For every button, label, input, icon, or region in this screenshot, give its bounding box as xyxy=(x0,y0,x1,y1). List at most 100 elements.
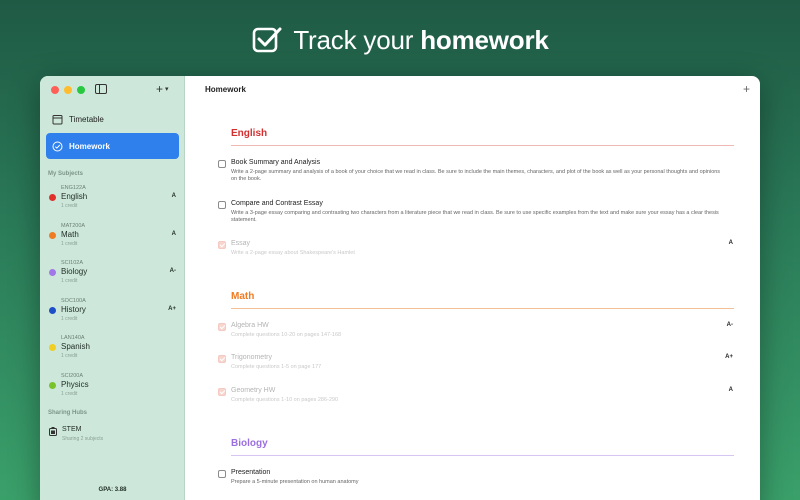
subject-credit: 1 credit xyxy=(61,203,78,209)
sidebar: + ▾ Timetable Homework My Subjects ENG12… xyxy=(40,76,185,500)
subject-grade: A+ xyxy=(168,305,176,312)
subject-color-dot xyxy=(49,306,56,314)
hubs-heading: Sharing Hubs xyxy=(48,410,88,416)
sidebar-item-homework[interactable]: Homework xyxy=(46,133,179,159)
subject-color-dot xyxy=(49,344,56,351)
subject-credit: 1 credit xyxy=(61,390,78,397)
complete-checkbox[interactable] xyxy=(218,470,226,478)
sidebar-item-label: Timetable xyxy=(69,114,104,124)
homework-description: Write a 2-page summary and analysis of a… xyxy=(231,169,721,183)
homework-description: Complete questions 10-20 on pages 147-16… xyxy=(231,332,342,338)
homework-item[interactable]: Algebra HW Complete questions 10-20 on pa… xyxy=(218,322,733,350)
hub-name: STEM xyxy=(62,426,82,433)
subject-color-dot xyxy=(49,231,56,239)
homework-panel: Homework + English Book Summary and Analy… xyxy=(185,76,760,500)
homework-grade: A+ xyxy=(725,354,733,360)
subject-name: English xyxy=(61,192,88,201)
check-circle-icon xyxy=(52,141,63,151)
homework-item[interactable]: Trigonometry Complete questions 1-5 on pa… xyxy=(218,354,733,382)
subject-name: History xyxy=(61,304,86,314)
subject-credit: 1 credit xyxy=(61,353,78,359)
complete-checkbox[interactable] xyxy=(218,388,226,396)
homework-grade: A xyxy=(728,387,733,393)
subject-color-dot xyxy=(49,381,56,389)
homework-grade: A- xyxy=(726,322,733,328)
window-controls xyxy=(51,86,85,94)
sidebar-item-hub-stem[interactable]: STEM Sharing 2 subjects xyxy=(48,426,178,448)
group-divider xyxy=(231,145,734,146)
homework-description: Prepare a 5-minute presentation on human… xyxy=(231,479,359,485)
subject-grade: A xyxy=(171,193,176,199)
complete-checkbox[interactable] xyxy=(218,355,226,363)
subject-code: SCI200A xyxy=(61,372,84,379)
calendar-icon xyxy=(52,114,63,124)
homework-description: Write a 3-page essay comparing and contr… xyxy=(231,210,719,224)
subject-name: Spanish xyxy=(61,342,90,351)
homework-title: Compare and Contrast Essay xyxy=(231,200,323,207)
group-divider xyxy=(231,455,734,456)
subject-credit: 1 credit xyxy=(61,315,78,322)
subject-code: MAT200A xyxy=(61,222,86,229)
group-title: Biology xyxy=(231,438,268,449)
complete-checkbox[interactable] xyxy=(218,201,226,209)
sidebar-item-label: Homework xyxy=(69,141,110,151)
homework-item[interactable]: Geometry HW Complete questions 1-10 on pa… xyxy=(218,387,733,415)
homework-title: Presentation xyxy=(231,469,271,476)
complete-checkbox[interactable] xyxy=(218,323,226,331)
homework-item[interactable]: Essay Write a 2-page essay about Shakespe… xyxy=(218,240,733,268)
subject-credit: 1 credit xyxy=(61,278,78,284)
sidebar-item-subject[interactable]: SCI102A Biology 1 credit A- xyxy=(48,260,178,294)
close-window-button[interactable] xyxy=(51,86,59,94)
homework-item[interactable]: Compare and Contrast Essay Write a 3-page… xyxy=(218,200,733,228)
subject-grade: A xyxy=(171,230,176,237)
hub-subtitle: Sharing 2 subjects xyxy=(62,436,104,442)
subject-code: SCI102A xyxy=(61,260,84,266)
battery-icon xyxy=(49,427,57,436)
homework-description: Complete questions 1-5 on page 177 xyxy=(231,364,322,370)
subject-code: LAN140A xyxy=(61,335,85,341)
hero-banner: Track your homework xyxy=(0,22,800,58)
sidebar-item-subject[interactable]: SOC100A History 1 credit A+ xyxy=(48,298,178,332)
homework-title: Algebra HW xyxy=(231,322,269,329)
group-title: English xyxy=(231,128,268,139)
homework-description: Complete questions 1-10 on pages 286-290 xyxy=(231,397,339,403)
minimize-window-button[interactable] xyxy=(64,86,72,94)
page-title: Homework xyxy=(205,85,246,94)
subject-credit: 1 credit xyxy=(61,240,78,247)
subject-color-dot xyxy=(49,194,56,201)
plus-icon: + xyxy=(156,82,164,96)
complete-checkbox[interactable] xyxy=(218,160,226,168)
subjects-heading: My Subjects xyxy=(48,171,84,177)
sidebar-item-subject[interactable]: ENG122A English 1 credit A xyxy=(48,185,178,219)
sidebar-add-button[interactable]: + ▾ xyxy=(156,82,169,96)
subject-color-dot xyxy=(49,269,56,276)
homework-title: Trigonometry xyxy=(231,354,272,361)
sidebar-item-timetable[interactable]: Timetable xyxy=(46,106,179,132)
group-title: Math xyxy=(231,291,255,302)
homework-description: Write a 2-page essay about Shakespeare's… xyxy=(231,250,355,256)
homework-title: Book Summary and Analysis xyxy=(231,159,321,166)
gpa-value: GPA: 3.88 xyxy=(98,487,127,493)
subject-name: Biology xyxy=(61,267,88,276)
subject-code: ENG122A xyxy=(61,185,86,191)
homework-item[interactable]: Book Summary and Analysis Write a 2-page … xyxy=(218,159,733,187)
sidebar-item-subject[interactable]: SCI200A Physics 1 credit xyxy=(48,373,178,407)
subject-name: Physics xyxy=(61,379,89,389)
sidebar-item-subject[interactable]: LAN140A Spanish 1 credit xyxy=(48,335,178,369)
subject-name: Math xyxy=(61,229,79,239)
complete-checkbox[interactable] xyxy=(218,241,226,249)
subject-code: SOC100A xyxy=(61,297,86,304)
homework-grade: A xyxy=(728,240,733,246)
sidebar-toggle-icon[interactable] xyxy=(95,84,107,94)
zoom-window-button[interactable] xyxy=(77,86,85,94)
subject-grade: A- xyxy=(169,268,176,274)
homework-item[interactable]: Presentation Prepare a 5-minute presentat… xyxy=(218,469,733,497)
chevron-down-icon: ▾ xyxy=(165,86,169,93)
plus-icon: + xyxy=(742,82,750,96)
sidebar-item-subject[interactable]: MAT200A Math 1 credit A xyxy=(48,223,178,257)
add-homework-button[interactable]: + xyxy=(743,82,750,96)
group-divider xyxy=(231,308,734,309)
homework-title: Essay xyxy=(231,240,251,247)
app-window: + ▾ Timetable Homework My Subjects ENG12… xyxy=(40,76,760,500)
checkbox-checked-icon xyxy=(253,27,282,53)
